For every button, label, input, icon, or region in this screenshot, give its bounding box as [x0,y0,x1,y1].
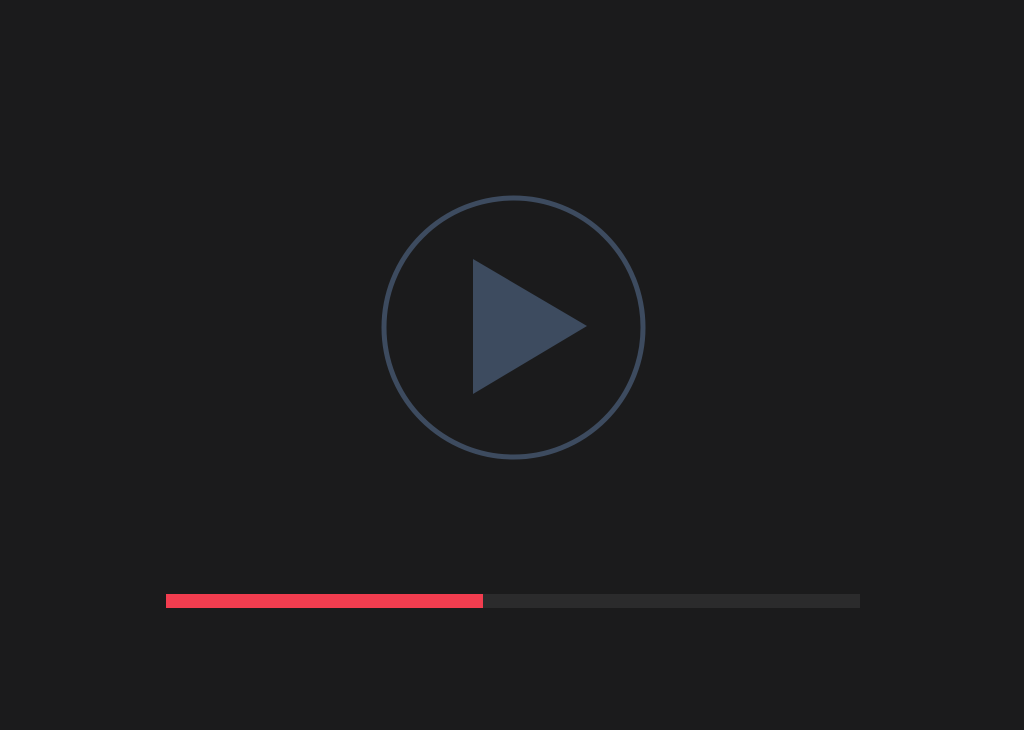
progress-bar[interactable] [166,594,860,608]
progress-bar-fill [166,594,484,608]
play-icon [381,195,646,460]
play-triangle [473,259,587,394]
video-player[interactable] [0,0,1024,730]
play-button[interactable] [381,195,646,460]
